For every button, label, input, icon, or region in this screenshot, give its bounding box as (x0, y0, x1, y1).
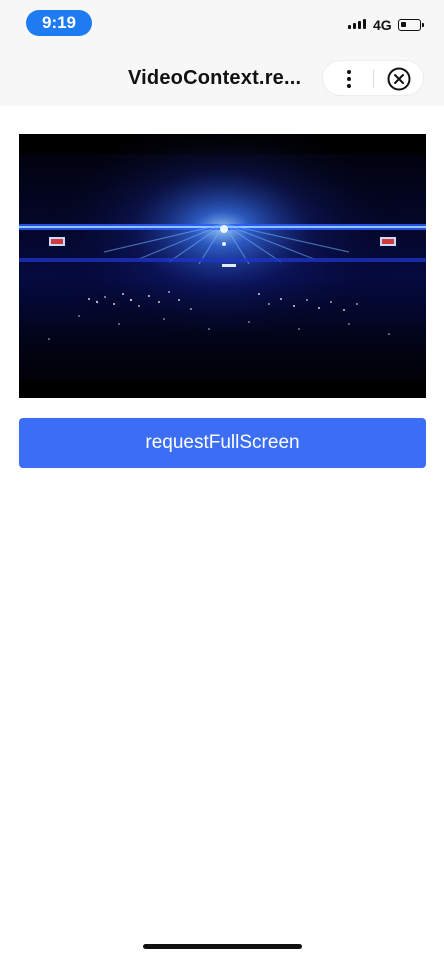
capsule-divider (373, 70, 374, 88)
video-frame (19, 134, 426, 398)
request-fullscreen-button[interactable]: requestFullScreen (19, 418, 426, 468)
status-time: 9:19 (26, 10, 92, 36)
page-title: VideoContext.re... (128, 67, 302, 89)
network-label: 4G (373, 17, 392, 33)
battery-icon (398, 19, 424, 31)
nav-bar: VideoContext.re... (0, 48, 444, 106)
signal-icon (348, 19, 366, 29)
status-bar: 9:19 4G (0, 0, 444, 48)
mini-program-capsule (322, 60, 424, 96)
more-vertical-icon[interactable] (335, 65, 363, 93)
close-circle-icon[interactable] (386, 66, 412, 92)
video-player[interactable] (19, 134, 426, 398)
home-indicator[interactable] (143, 944, 302, 949)
